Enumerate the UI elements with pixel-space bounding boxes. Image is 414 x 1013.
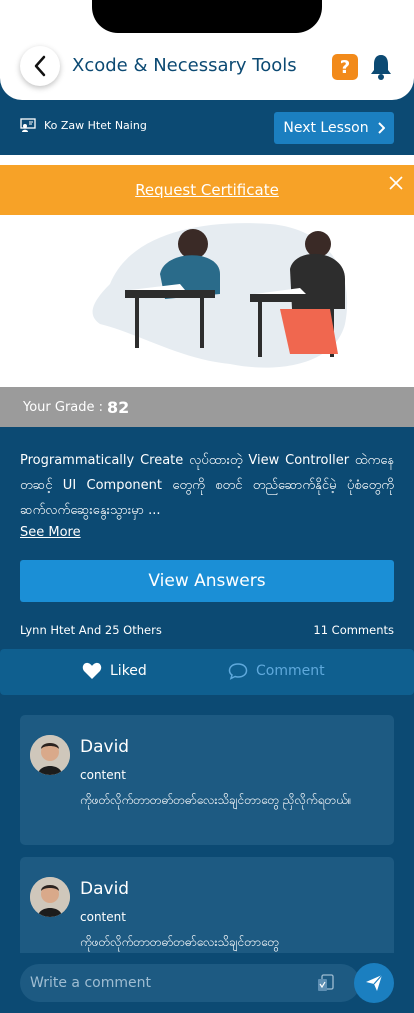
chat-bubble-icon (228, 663, 248, 680)
instructor-info: Ko Zaw Htet Naing (20, 117, 147, 133)
next-lesson-label: Next Lesson (283, 120, 369, 136)
comment-subtitle: content (80, 768, 126, 782)
user-photo-icon (30, 735, 70, 775)
teacher-icon (20, 118, 36, 132)
heart-icon (82, 662, 102, 679)
comment-button[interactable]: Comment (228, 662, 325, 680)
comment-input[interactable] (20, 964, 360, 1002)
comment-text: ကိုဖတ်လိုက်တာတဓာ်တဓာ်လေးသိချင်တာတွေ (80, 935, 280, 949)
comment-subtitle: content (80, 910, 126, 924)
back-button[interactable] (20, 46, 60, 86)
page-title: Xcode & Necessary Tools (72, 55, 297, 76)
chevron-left-icon (34, 55, 46, 77)
send-button[interactable] (354, 963, 394, 1003)
request-certificate-link[interactable]: Request Certificate (135, 181, 279, 199)
lesson-description: Programmatically Create လုပ်ထားတဲ့ View … (20, 453, 394, 518)
send-icon (366, 974, 383, 991)
grade-value: 82 (107, 397, 130, 417)
avatar (30, 735, 70, 775)
comment-label: Comment (256, 663, 325, 679)
comment-card: David content ကိုဖတ်လိုက်တာတဓာ်တဓာ်လေးသိ… (20, 857, 394, 967)
action-bar (0, 649, 414, 695)
comment-author: David (80, 737, 130, 757)
attachment-icon[interactable] (316, 973, 336, 993)
students-illustration (92, 223, 348, 368)
chevron-right-icon (377, 122, 385, 134)
comments-count[interactable]: 11 Comments (313, 623, 394, 637)
bell-icon[interactable] (369, 53, 393, 81)
device-notch (92, 0, 322, 33)
see-more-link[interactable]: See More (20, 525, 81, 540)
comment-author: David (80, 879, 130, 899)
next-lesson-button[interactable]: Next Lesson (274, 112, 394, 144)
close-icon[interactable] (388, 175, 404, 191)
grade-bar: Your Grade : 82 (0, 387, 414, 427)
like-label: Liked (110, 663, 147, 679)
user-photo-icon (30, 877, 70, 917)
comment-text: ကိုဖတ်လိုက်တာတဓာ်တဓာ်လေးသိချင်တာတွေ ညှိလ… (80, 793, 352, 807)
help-button[interactable]: ? (332, 54, 358, 80)
view-answers-button[interactable]: View Answers (20, 560, 394, 602)
instructor-name: Ko Zaw Htet Naing (44, 118, 147, 132)
like-button[interactable]: Liked (82, 662, 147, 680)
likes-summary[interactable]: Lynn Htet And 25 Others (20, 623, 162, 637)
comment-card: David content ကိုဖတ်လိုက်တာတဓာ်တဓာ်လေးသိ… (20, 715, 394, 845)
grade-label: Your Grade : (23, 399, 104, 415)
certificate-banner: Request Certificate (0, 165, 414, 215)
avatar (30, 877, 70, 917)
